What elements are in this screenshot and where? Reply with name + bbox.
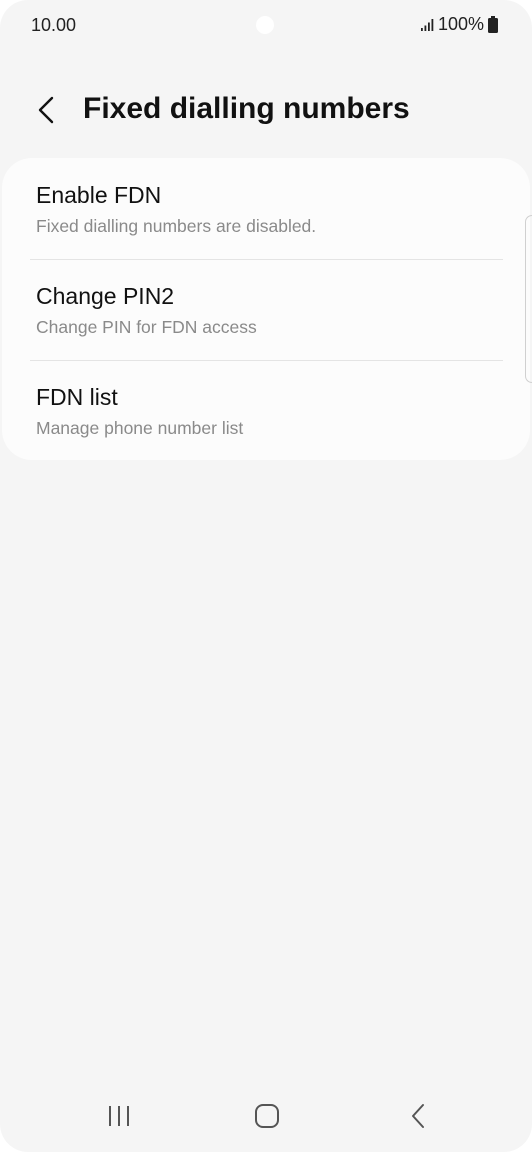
fdn-list-subtitle: Manage phone number list [36, 418, 244, 438]
chevron-left-icon [36, 95, 56, 130]
scrollbar[interactable] [525, 215, 532, 383]
change-pin2-title: Change PIN2 [36, 283, 175, 309]
change-pin2-item[interactable]: Change PIN2 Change PIN for FDN access [2, 260, 530, 360]
back-icon [409, 1103, 427, 1134]
battery-percentage: 100% [437, 14, 484, 34]
status-bar: 10.00 100% [0, 0, 532, 52]
nav-back-button[interactable] [398, 1100, 438, 1136]
page-title: Fixed dialling numbers [83, 92, 410, 125]
fdn-list-title: FDN list [36, 384, 118, 410]
front-camera [256, 16, 274, 34]
navigation-bar [0, 1090, 532, 1146]
phone-screen: 10.00 100% Fixed dialling numbers Enable… [0, 0, 532, 1152]
change-pin2-subtitle: Change PIN for FDN access [36, 317, 257, 337]
settings-card: Enable FDN Fixed dialling numbers are di… [2, 158, 530, 460]
home-icon [254, 1103, 280, 1134]
recent-apps-icon [107, 1104, 131, 1133]
signal-icon [420, 18, 434, 32]
back-button[interactable] [26, 90, 66, 134]
home-button[interactable] [247, 1100, 287, 1136]
status-time: 10.00 [31, 15, 77, 35]
battery-icon [488, 16, 498, 33]
enable-fdn-title: Enable FDN [36, 182, 162, 208]
recent-apps-button[interactable] [99, 1100, 139, 1136]
app-header: Fixed dialling numbers [0, 80, 532, 144]
status-indicators: 100% [420, 14, 498, 35]
enable-fdn-subtitle: Fixed dialling numbers are disabled. [36, 216, 317, 236]
fdn-list-item[interactable]: FDN list Manage phone number list [2, 361, 530, 461]
enable-fdn-item[interactable]: Enable FDN Fixed dialling numbers are di… [2, 158, 530, 258]
